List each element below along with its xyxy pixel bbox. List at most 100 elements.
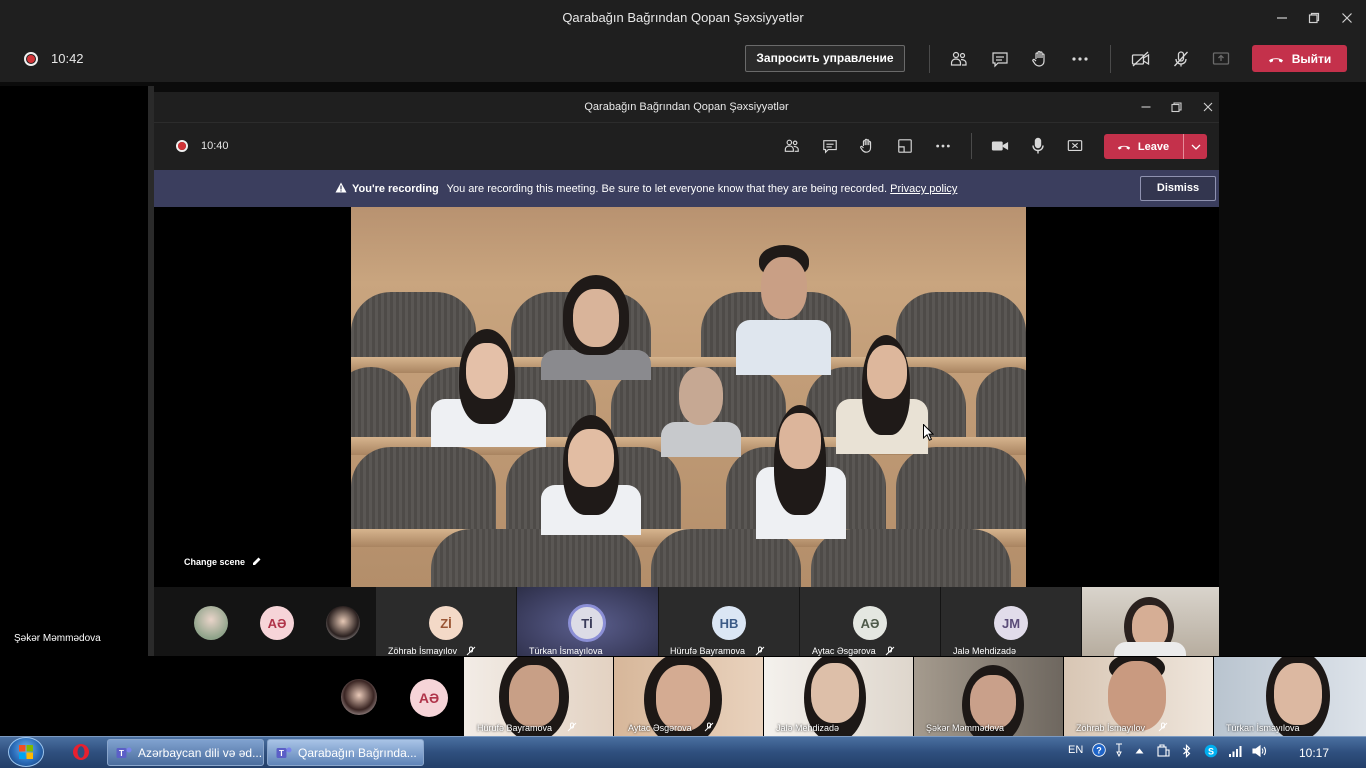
minimize-icon[interactable]: [1266, 4, 1298, 32]
maximize-icon[interactable]: [1162, 95, 1190, 119]
stop-sharing-icon[interactable]: [1063, 134, 1087, 158]
participants-icon[interactable]: [946, 47, 972, 71]
taskbar-teams-window-1[interactable]: T Azərbaycan dili və əd...: [107, 739, 264, 766]
pen-input-icon[interactable]: [1113, 742, 1125, 758]
close-icon[interactable]: [1331, 4, 1363, 32]
seat: [351, 367, 411, 447]
svg-text:T: T: [279, 749, 284, 758]
help-icon[interactable]: ?: [1092, 743, 1106, 757]
input-language-indicator[interactable]: EN: [1068, 744, 1083, 756]
seat: [431, 529, 641, 587]
participant-tile[interactable]: JM Jalə Mehdizadə: [941, 587, 1081, 656]
chat-icon[interactable]: [987, 47, 1013, 71]
mic-off-icon: [1158, 722, 1168, 732]
taskbar-item-label: Qarabağın Bağrında...: [298, 745, 417, 760]
skype-icon[interactable]: S: [1203, 743, 1219, 759]
participant-avatar[interactable]: AƏ: [260, 606, 294, 640]
mic-off-icon: [567, 722, 577, 732]
system-clock[interactable]: 10:17: [1299, 746, 1329, 760]
seat: [896, 292, 1026, 367]
raise-hand-icon[interactable]: [855, 134, 879, 158]
signal-strength-icon[interactable]: [1227, 744, 1243, 758]
mic-off-icon: [704, 722, 714, 732]
leave-options-chevron-down-icon[interactable]: [1183, 134, 1207, 159]
chat-icon[interactable]: [818, 134, 842, 158]
network-adapter-icon[interactable]: [1155, 743, 1171, 759]
participant-name: Aytac Əsgərova: [812, 646, 876, 656]
volume-icon[interactable]: [1251, 744, 1267, 758]
participant-video-tile[interactable]: Türkan İsmayılova: [1214, 657, 1366, 736]
participant-video-tile[interactable]: Aytac Əsgərova: [614, 657, 763, 736]
participant-avatar: Zİ: [429, 606, 463, 640]
participant-tile[interactable]: AƏ Aytac Əsgərova: [800, 587, 940, 656]
outer-window-title: Qarabağın Bağrından Qopan Şəxsiyyətlər: [562, 10, 804, 25]
hang-up-icon: [1117, 143, 1131, 150]
seat: [976, 367, 1026, 447]
inner-meeting-toolbar: [154, 122, 1219, 170]
participant-name: Şəkər Məmmədova: [926, 723, 1005, 733]
participant-avatar: HB: [712, 606, 746, 640]
participant-video-tile[interactable]: Şəkər Məmmədova: [914, 657, 1063, 736]
camera-off-icon[interactable]: [1128, 47, 1154, 71]
participants-icon[interactable]: [780, 134, 804, 158]
request-control-button[interactable]: Запросить управление: [745, 45, 905, 72]
taskbar-teams-window-2[interactable]: T Qarabağın Bağrında...: [267, 739, 424, 766]
camera-icon[interactable]: [988, 134, 1012, 158]
participant-tile-active-speaker[interactable]: Tİ Türkan İsmayılova: [517, 587, 658, 656]
participant-photo-avatar[interactable]: [326, 606, 360, 640]
taskbar-item-label: Azərbaycan dili və əd...: [138, 745, 263, 760]
teams-icon: T: [276, 745, 292, 761]
svg-text:S: S: [1208, 747, 1214, 757]
bluetooth-icon[interactable]: [1180, 743, 1194, 759]
change-scene-label: Change scene: [184, 557, 246, 567]
participant-tile[interactable]: HB Hürufə Bayramova: [659, 587, 799, 656]
participant-name: Türkan İsmayılova: [529, 646, 603, 656]
participant-avatar: AƏ: [853, 606, 887, 640]
minimize-icon[interactable]: [1132, 95, 1160, 119]
toolbar-divider: [929, 45, 930, 73]
recording-indicator-icon: [176, 140, 188, 152]
show-hidden-icons-chevron-up-icon[interactable]: [1133, 746, 1145, 756]
participant-name: Hürufə Bayramova: [670, 646, 746, 656]
participant-video-tile[interactable]: Zöhrab İsmayılov: [1064, 657, 1213, 736]
participant-name: Jalə Mehdizadə: [953, 646, 1017, 656]
leave-button[interactable]: Leave: [1104, 134, 1182, 159]
breakout-rooms-icon[interactable]: [893, 134, 917, 158]
share-screen-icon[interactable]: [1208, 47, 1234, 71]
leave-label: Leave: [1137, 140, 1170, 153]
more-options-icon[interactable]: [931, 134, 955, 158]
teams-icon: T: [116, 745, 132, 761]
participant-avatar: JM: [994, 606, 1028, 640]
meeting-timer: 10:40: [201, 140, 229, 152]
opera-browser-icon[interactable]: [70, 741, 92, 763]
participant-photo-avatar[interactable]: [194, 606, 228, 640]
dismiss-button[interactable]: Dismiss: [1140, 176, 1216, 201]
together-mode-scene: [351, 207, 1026, 587]
participant-avatar[interactable]: AƏ: [410, 679, 448, 717]
leave-meeting-label: Выйти: [1291, 51, 1332, 66]
participant-name: Hürufə Bayramova: [477, 723, 553, 733]
privacy-policy-link[interactable]: Privacy policy: [890, 183, 957, 195]
mic-off-icon: [755, 646, 765, 656]
change-scene-button[interactable]: Change scene: [184, 557, 261, 567]
svg-text:?: ?: [1096, 746, 1102, 756]
maximize-icon[interactable]: [1298, 4, 1330, 32]
participant-photo-avatar[interactable]: [341, 679, 377, 715]
raise-hand-icon[interactable]: [1027, 47, 1053, 71]
participant-video-tile[interactable]: Hürufə Bayramova: [464, 657, 613, 736]
participant-name: Jalə Mehdizadə: [776, 723, 840, 733]
leave-meeting-button[interactable]: Выйти: [1252, 45, 1347, 72]
participant-video-tile[interactable]: Jalə Mehdizadə: [764, 657, 913, 736]
participant-video-tile[interactable]: [1082, 587, 1219, 656]
close-icon[interactable]: [1194, 95, 1222, 119]
microphone-icon[interactable]: [1026, 134, 1050, 158]
more-options-icon[interactable]: [1067, 47, 1093, 71]
seat: [351, 292, 476, 367]
recording-banner-heading: You're recording: [352, 183, 439, 195]
mic-off-icon[interactable]: [1168, 47, 1194, 71]
participant-tile[interactable]: Zİ Zöhrab İsmayılov: [376, 587, 516, 656]
start-button-windows-icon[interactable]: [8, 737, 44, 767]
recording-banner-text: You're recording You are recording this …: [335, 182, 957, 195]
recording-indicator-icon: [24, 52, 38, 66]
participant-name: Zöhrab İsmayılov: [1076, 723, 1146, 733]
